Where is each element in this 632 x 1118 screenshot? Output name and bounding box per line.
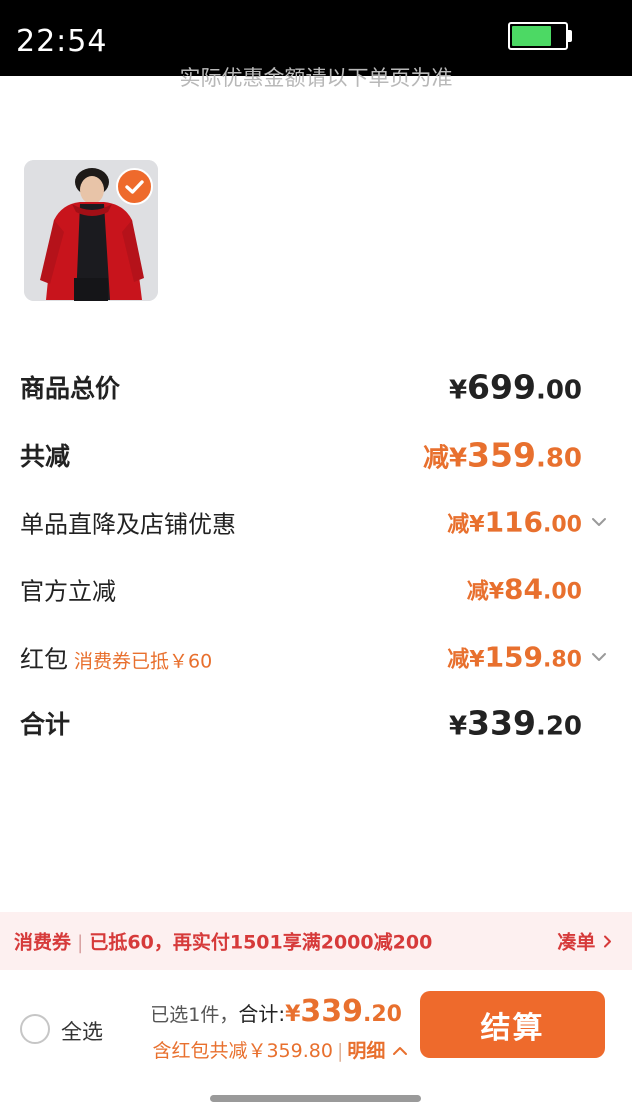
select-all-radio[interactable] [20,1014,50,1044]
total-discount-label: 共减 [20,442,71,471]
checkout-total-dec: .20 [363,1002,402,1027]
total-prefix: ¥ [448,711,468,742]
total-row: 合计 ¥339.20 [0,698,632,748]
red-packet-int: 159 [484,640,544,674]
shop-discount-dec: .00 [543,512,582,538]
subtotal-value: ¥699.00 [449,368,582,407]
shop-discount-prefix: 减¥ [447,512,485,538]
status-time: 22:54 [16,24,108,59]
detail-link[interactable]: 明细 [347,1040,408,1062]
price-notice: 实际优惠金额请以下单页为准 [179,66,453,90]
subtotal-label: 商品总价 [20,374,121,403]
subtotal-row: 商品总价 ¥699.00 [0,362,632,412]
selected-count: 已选1件， [150,1004,239,1026]
add-items-label: 凑单 [557,931,596,954]
checkout-total-int: 339 [300,994,364,1029]
shop-discount-row[interactable]: 单品直降及店铺优惠 减¥116.00 [0,497,632,547]
detail-label: 明细 [347,1040,386,1062]
coupon-detail: 已抵60，再实付1501享满2000减200 [89,931,433,954]
coupon-divider: | [77,931,84,954]
chevron-down-icon[interactable] [590,648,608,666]
red-packet-prefix: 减¥ [447,647,485,673]
total-discount-dec: .80 [535,443,582,474]
subtotal-prefix: ¥ [448,375,468,406]
select-all-label[interactable]: 全选 [61,1016,103,1046]
checkout-button[interactable]: 结算 [420,991,605,1058]
coupon-tag: 消费券 [14,931,72,954]
red-packet-row[interactable]: 红包 消费券已抵￥60 减¥159.80 [0,632,632,682]
chevron-down-icon[interactable] [590,513,608,531]
total-int: 339 [467,703,536,743]
checkout-total-prefix: ¥ [285,1002,301,1027]
checkout-total-label: 合计: [238,1002,286,1026]
chevron-right-icon [604,935,611,948]
official-discount-int: 84 [504,572,544,606]
total-discount-value: 减¥359.80 [423,436,582,475]
total-dec: .20 [535,711,582,742]
official-discount-label: 官方立减 [20,577,116,606]
red-packet-label: 红包 消费券已抵￥60 [20,640,212,675]
shop-discount-value: 减¥116.00 [447,506,582,539]
discount-summary: 含红包共减￥359.80 | 明细 [152,1036,408,1063]
subtotal-int: 699 [467,367,536,407]
official-discount-dec: .00 [543,579,582,605]
total-discount-row: 共减 减¥359.80 [0,430,632,480]
shop-discount-int: 116 [484,505,544,539]
battery-nub [568,30,572,42]
battery-level [512,26,551,46]
total-value: ¥339.20 [449,704,582,743]
add-items-link[interactable]: 凑单 [557,928,614,955]
product-selected-check-icon[interactable] [116,168,153,205]
coupon-message: 消费券 | 已抵60，再实付1501享满2000减200 [14,928,432,955]
official-discount-row: 官方立减 减¥84.00 [0,564,632,614]
official-discount-value: 减¥84.00 [467,573,582,606]
coupon-bar: 消费券 | 已抵60，再实付1501享满2000减200 凑单 [0,912,632,970]
battery-icon [508,22,568,50]
total-label: 合计 [20,710,71,739]
shop-discount-label: 单品直降及店铺优惠 [20,510,236,539]
home-indicator[interactable] [210,1095,421,1102]
official-discount-prefix: 减¥ [466,579,505,605]
red-packet-value: 减¥159.80 [447,641,582,674]
total-discount-prefix: 减¥ [422,443,468,474]
discount-note: 含红包共减￥359.80 [152,1040,333,1062]
checkout-summary: 已选1件，合计:¥339.20 [150,994,402,1029]
red-packet-title: 红包 [20,645,68,674]
chevron-up-icon [393,1047,407,1055]
summary-divider: | [336,1040,344,1062]
subtotal-dec: .00 [535,375,582,406]
total-discount-int: 359 [467,435,536,475]
red-packet-dec: .80 [543,647,582,673]
red-packet-note: 消费券已抵￥60 [74,650,213,673]
